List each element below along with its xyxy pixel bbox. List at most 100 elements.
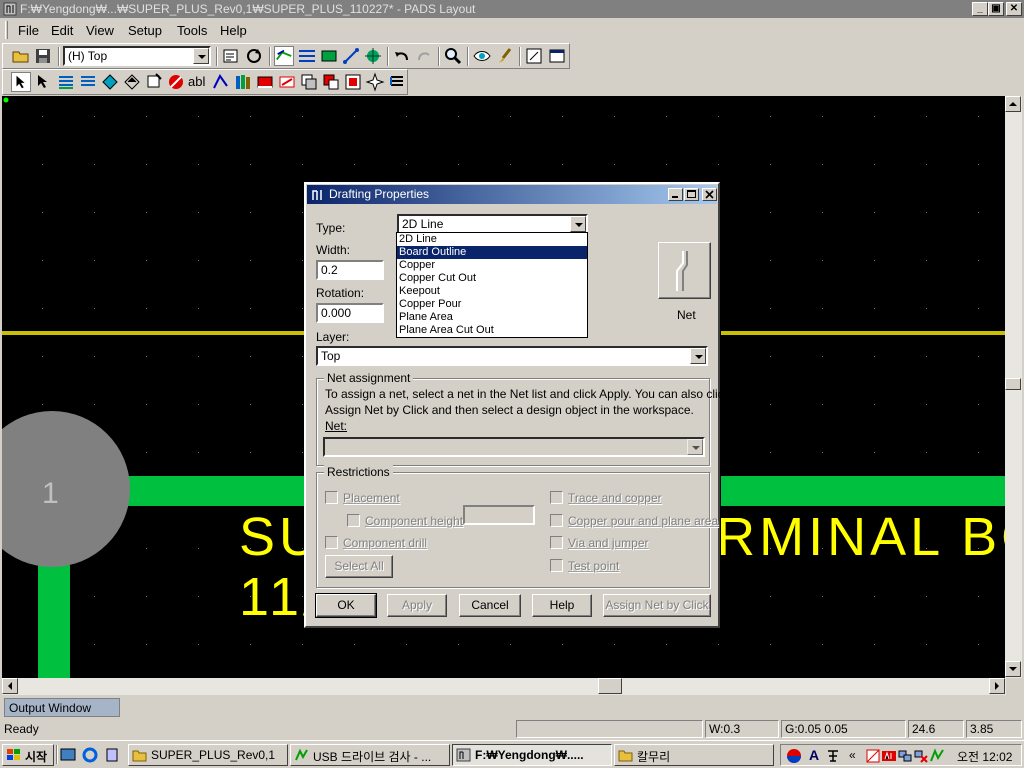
layer-select[interactable]: (H) Top xyxy=(63,46,211,66)
network-icon[interactable] xyxy=(897,748,913,764)
properties-icon[interactable] xyxy=(221,46,241,66)
copper-pour-plane-area-checkbox[interactable]: Copper pour and plane area xyxy=(550,514,718,528)
type-option[interactable]: Board Outline xyxy=(397,246,587,259)
design-toolbar-icon[interactable] xyxy=(297,46,317,66)
component-height-checkbox[interactable]: Component height xyxy=(347,514,463,528)
undo-icon[interactable] xyxy=(392,46,412,66)
zoom-icon[interactable] xyxy=(443,46,463,66)
component-drill-checkbox[interactable]: Component drill xyxy=(325,536,427,550)
usb-tray-icon[interactable] xyxy=(929,748,945,764)
apply-button[interactable]: Apply xyxy=(387,594,447,617)
list-icon[interactable] xyxy=(387,72,407,92)
copper-icon[interactable] xyxy=(56,72,76,92)
subtract-icon[interactable] xyxy=(321,72,341,92)
menu-help[interactable]: Help xyxy=(220,23,247,38)
dialog-close-button[interactable] xyxy=(702,188,717,201)
vertical-scroll-thumb[interactable] xyxy=(1005,378,1021,390)
select-arrow-icon[interactable] xyxy=(11,72,31,92)
type-option[interactable]: Copper Cut Out xyxy=(397,272,587,285)
copper-cutout-icon[interactable] xyxy=(78,72,98,92)
text-icon[interactable]: abl xyxy=(188,72,210,92)
menu-file[interactable]: File xyxy=(18,23,39,38)
type-option[interactable]: Copper Pour xyxy=(397,298,587,311)
net-select[interactable] xyxy=(323,437,705,457)
explode-icon[interactable] xyxy=(365,72,385,92)
task-folder[interactable]: 칼무리 xyxy=(614,744,774,766)
board-outline-icon[interactable] xyxy=(255,72,275,92)
dialog-title-bar[interactable]: Drafting Properties xyxy=(307,185,717,204)
internet-explorer-icon[interactable] xyxy=(82,747,98,763)
menu-grip[interactable] xyxy=(5,21,8,39)
minimize-button[interactable]: _ xyxy=(972,2,988,16)
menu-edit[interactable]: Edit xyxy=(51,23,73,38)
hanja-icon[interactable] xyxy=(825,748,841,764)
merge-icon[interactable] xyxy=(299,72,319,92)
window-icon[interactable] xyxy=(547,46,567,66)
chevron-down-icon[interactable] xyxy=(690,348,706,364)
view-nets-icon[interactable] xyxy=(472,46,492,66)
2d-line-icon[interactable] xyxy=(211,72,231,92)
scroll-left-button[interactable] xyxy=(2,678,18,694)
network-disconnected-icon[interactable] xyxy=(913,748,929,764)
quicklaunch-app-icon[interactable] xyxy=(104,747,120,763)
type-option[interactable]: Copper xyxy=(397,259,587,272)
korean-ime-icon[interactable] xyxy=(786,748,802,764)
task-super-plus[interactable]: SUPER_PLUS_Rev0,1 xyxy=(128,744,288,766)
start-button[interactable]: 시작 xyxy=(2,744,54,766)
open-icon[interactable] xyxy=(11,46,31,66)
select-mode-icon[interactable] xyxy=(34,72,54,92)
drafting-toolbar-icon[interactable] xyxy=(274,46,294,66)
combine-icon[interactable] xyxy=(343,72,363,92)
show-desktop-icon[interactable] xyxy=(60,747,76,763)
type-dropdown-list[interactable]: 2D Line Board Outline Copper Copper Cut Out… xyxy=(396,232,588,338)
layer-dropdown[interactable]: Top xyxy=(316,346,708,366)
route-icon[interactable] xyxy=(341,46,361,66)
brush-icon[interactable] xyxy=(495,46,515,66)
scroll-up-button[interactable] xyxy=(1005,96,1021,112)
select-all-button[interactable]: Select All xyxy=(325,555,393,578)
cancel-button[interactable]: Cancel xyxy=(459,594,521,617)
horizontal-scroll-thumb[interactable] xyxy=(598,678,622,694)
tray-expand-chevron[interactable]: « xyxy=(849,748,856,762)
type-option[interactable]: Plane Area xyxy=(397,311,587,324)
output-window-tab[interactable]: Output Window xyxy=(4,698,120,717)
rotation-input[interactable]: 0.000 xyxy=(316,303,384,323)
placement-checkbox[interactable]: Placement xyxy=(325,491,400,505)
chevron-down-icon[interactable] xyxy=(193,48,209,64)
task-pads-layout[interactable]: F:₩Yengdong₩..... xyxy=(452,744,612,766)
chevron-down-icon[interactable] xyxy=(687,439,703,455)
hatch-outline-icon[interactable] xyxy=(122,72,142,92)
menu-tools[interactable]: Tools xyxy=(177,23,207,38)
scroll-right-button[interactable] xyxy=(989,678,1005,694)
test-point-checkbox[interactable]: Test point xyxy=(550,559,619,573)
menu-view[interactable]: View xyxy=(86,23,114,38)
close-button[interactable]: ✕ xyxy=(1006,2,1022,16)
type-option[interactable]: Plane Area Cut Out xyxy=(397,324,587,337)
keepout-icon[interactable] xyxy=(166,72,186,92)
ati-icon[interactable] xyxy=(881,748,897,764)
save-icon[interactable] xyxy=(33,46,53,66)
session-icon[interactable] xyxy=(524,46,544,66)
drafting-edit-icon[interactable] xyxy=(277,72,297,92)
vertical-scrollbar[interactable] xyxy=(1005,96,1022,678)
via-and-jumper-checkbox[interactable]: Via and jumper xyxy=(550,536,649,550)
menu-setup[interactable]: Setup xyxy=(128,23,162,38)
dialog-minimize-button[interactable] xyxy=(668,188,683,201)
copper-pour-icon[interactable] xyxy=(100,72,120,92)
clock[interactable]: 오전 12:02 xyxy=(957,748,1012,765)
flood-icon[interactable] xyxy=(144,72,164,92)
drc-icon[interactable] xyxy=(363,46,383,66)
ok-button[interactable]: OK xyxy=(315,593,377,618)
library-icon[interactable] xyxy=(233,72,253,92)
maximize-button[interactable]: ▣ xyxy=(988,2,1004,16)
trace-and-copper-checkbox[interactable]: Trace and copper xyxy=(550,491,662,505)
width-input[interactable]: 0.2 xyxy=(316,260,384,280)
input-mode-indicator[interactable]: A xyxy=(809,747,819,763)
type-select[interactable]: 2D Line xyxy=(397,214,588,234)
component-height-input[interactable] xyxy=(463,505,535,525)
tray-app-icon[interactable] xyxy=(865,748,881,764)
horizontal-scrollbar[interactable] xyxy=(2,678,1006,695)
task-usb-check[interactable]: USB 드라이브 검사 - ... xyxy=(290,744,450,766)
redo-icon[interactable] xyxy=(414,46,434,66)
redraw-icon[interactable] xyxy=(244,46,264,66)
